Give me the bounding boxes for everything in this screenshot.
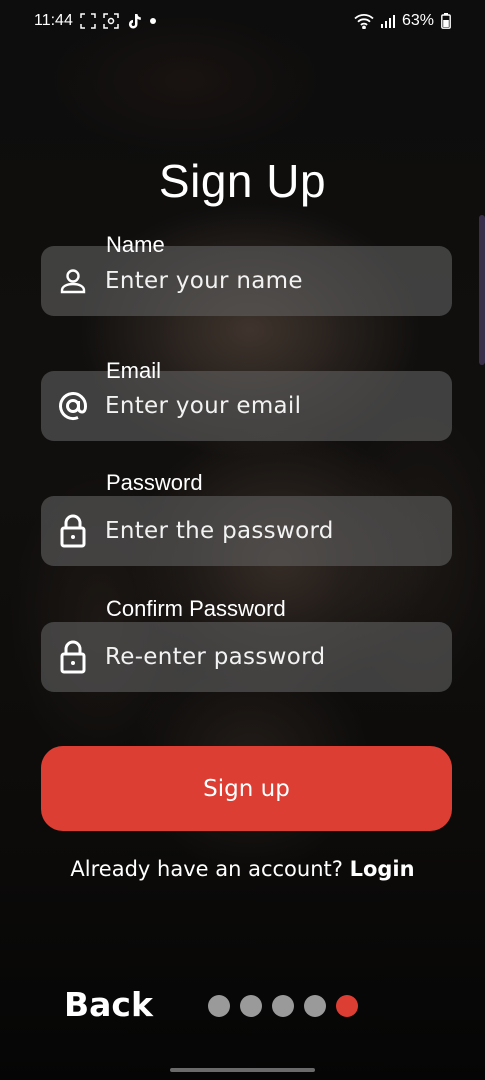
page-dot-5-active [336,995,358,1017]
back-button[interactable]: Back [64,985,153,1024]
at-sign-icon [41,389,105,423]
status-bar: 11:44 63% [0,0,485,42]
login-link[interactable]: Login [350,857,415,881]
email-label: Email [106,358,162,383]
confirm-password-input[interactable] [105,622,452,692]
signal-icon [380,14,395,28]
screenshot-icon [80,13,96,29]
home-indicator[interactable] [170,1068,315,1072]
name-field[interactable] [41,246,452,316]
battery-icon [441,13,451,29]
signup-button[interactable]: Sign up [41,746,452,831]
page-title: Sign Up [158,155,327,207]
password-label: Password [106,470,203,495]
login-prompt-text: Already have an account? [70,857,350,881]
status-right: 63% [354,12,451,30]
confirm-password-label: Confirm Password [106,596,286,621]
page-dot-2 [240,995,262,1017]
confirm-password-field[interactable] [41,622,452,692]
battery-percent: 63% [401,12,434,29]
person-icon [41,266,105,296]
page-dot-1 [208,995,230,1017]
notification-dot-icon [149,17,157,25]
wifi-icon [354,13,374,29]
email-field[interactable] [41,371,452,441]
status-time: 11:44 [34,12,73,29]
status-left: 11:44 [34,12,157,30]
page-dot-3 [272,995,294,1017]
page-dot-4 [304,995,326,1017]
lock-icon [41,640,105,674]
password-input[interactable] [105,496,452,566]
edge-panel-handle[interactable] [479,215,485,365]
password-field[interactable] [41,496,452,566]
tiktok-icon [126,13,142,29]
page-indicator [208,995,358,1017]
login-prompt-row: Already have an account? Login [0,857,485,881]
screen-record-icon [103,13,119,29]
name-label: Name [106,232,165,257]
lock-icon [41,514,105,548]
